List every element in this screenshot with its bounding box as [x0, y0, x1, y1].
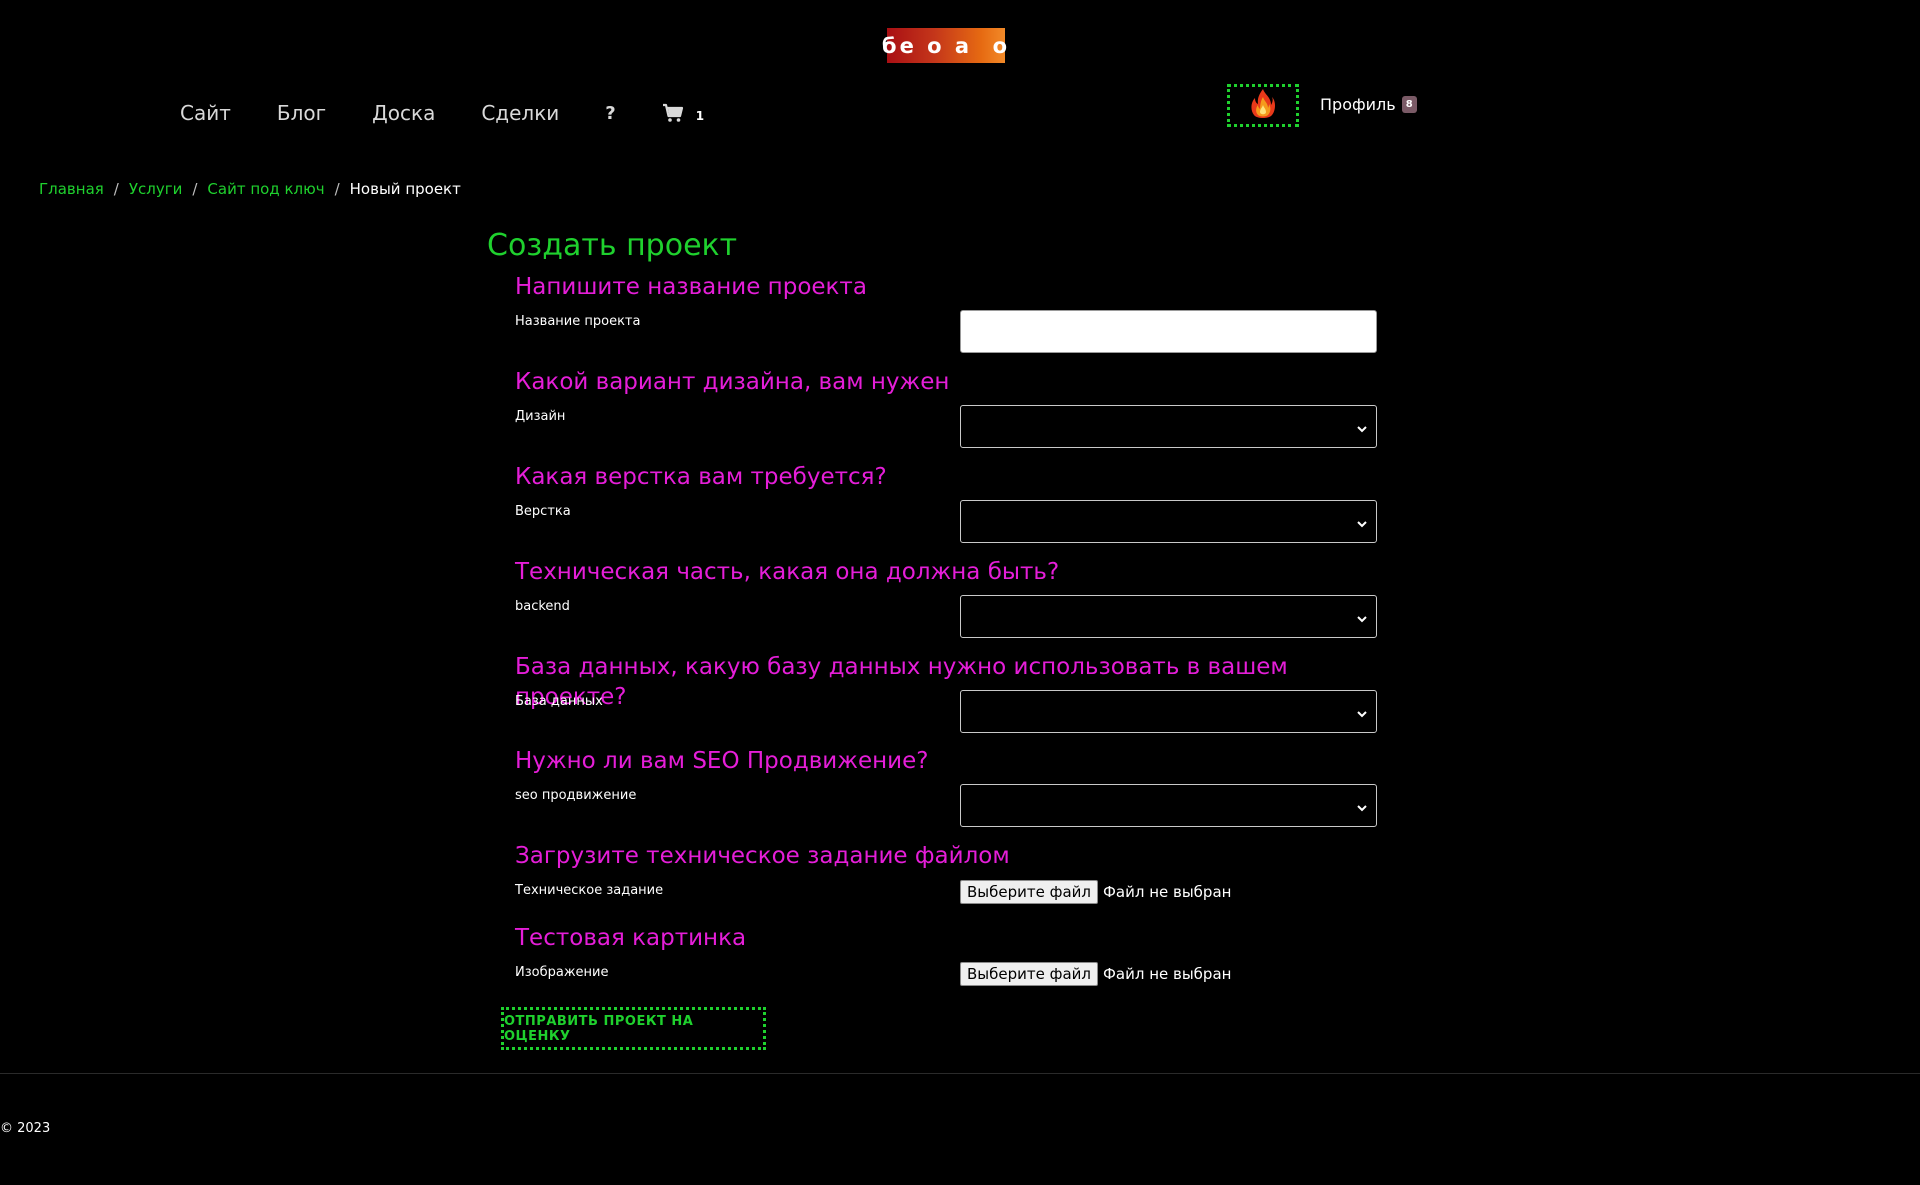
form-section-image: Тестовая картинка Изображение Выберите ф…	[515, 923, 1375, 986]
form-section-backend: Техническая часть, какая она должна быть…	[515, 557, 1377, 638]
page-title: Создать проект	[487, 228, 738, 263]
section-heading: Нужно ли вам SEO Продвижение?	[515, 748, 929, 774]
site-logo[interactable]: бе о а о	[882, 28, 1007, 63]
file-status: Файл не выбран	[1102, 965, 1232, 983]
chevron-down-icon	[1356, 420, 1368, 439]
nav-deals[interactable]: Сделки	[481, 101, 559, 125]
fire-button[interactable]	[1227, 84, 1299, 127]
markup-select[interactable]	[960, 500, 1377, 543]
chevron-down-icon	[1356, 705, 1368, 724]
chevron-down-icon	[1356, 610, 1368, 629]
choose-file-button[interactable]: Выберите файл	[960, 962, 1098, 986]
design-select[interactable]	[960, 405, 1377, 448]
field-label: Название проекта	[515, 314, 641, 329]
form-section-seo: Нужно ли вам SEO Продвижение? seo продви…	[515, 746, 1377, 827]
section-heading: Тестовая картинка	[515, 925, 747, 951]
fire-icon	[1249, 88, 1277, 124]
field-label: Изображение	[515, 965, 609, 980]
field-label: Дизайн	[515, 409, 566, 424]
breadcrumb-separator: /	[334, 180, 340, 198]
field-label: Верстка	[515, 504, 571, 519]
breadcrumb-separator: /	[113, 180, 119, 198]
cart-icon	[662, 103, 684, 123]
breadcrumb-current: Новый проект	[349, 180, 461, 198]
form-section-design: Какой вариант дизайна, вам нужен Дизайн	[515, 367, 1377, 448]
field-label: База данных	[515, 694, 603, 709]
breadcrumb-turnkey-site[interactable]: Сайт под ключ	[207, 180, 324, 198]
seo-select[interactable]	[960, 784, 1377, 827]
field-label: Техническое задание	[515, 883, 664, 898]
section-heading: Напишите название проекта	[515, 274, 867, 300]
help-link[interactable]: ?	[605, 103, 615, 124]
nav-board[interactable]: Доска	[372, 101, 435, 125]
form-section-database: База данных, какую базу данных нужно исп…	[515, 652, 1377, 733]
footer-divider	[0, 1073, 1920, 1074]
chevron-down-icon	[1356, 515, 1368, 534]
breadcrumb-home[interactable]: Главная	[39, 180, 104, 198]
breadcrumb-separator: /	[192, 180, 198, 198]
breadcrumb: Главная / Услуги / Сайт под ключ / Новый…	[39, 180, 461, 198]
section-heading: Какая верстка вам требуется?	[515, 464, 887, 490]
cart-count: 1	[695, 109, 705, 123]
submit-project-button[interactable]: ОТПРАВИТЬ ПРОЕКТ НА ОЦЕНКУ	[501, 1007, 766, 1050]
spec-file-input: Выберите файл Файл не выбран	[960, 880, 1231, 904]
breadcrumb-services[interactable]: Услуги	[129, 180, 182, 198]
field-label: seo продвижение	[515, 788, 637, 803]
nav-blog[interactable]: Блог	[277, 101, 326, 125]
form-section-spec-file: Загрузите техническое задание файлом Тех…	[515, 841, 1375, 904]
choose-file-button[interactable]: Выберите файл	[960, 880, 1098, 904]
form-section-markup: Какая верстка вам требуется? Верстка	[515, 462, 1377, 543]
chevron-down-icon	[1356, 799, 1368, 818]
backend-select[interactable]	[960, 595, 1377, 638]
copyright: © 2023	[0, 1121, 51, 1136]
section-heading: Техническая часть, какая она должна быть…	[515, 559, 1060, 585]
database-select[interactable]	[960, 690, 1377, 733]
profile-link[interactable]: Профиль 8	[1320, 95, 1417, 114]
file-status: Файл не выбран	[1102, 883, 1232, 901]
project-name-input[interactable]	[960, 310, 1377, 353]
cart-link[interactable]: 1	[662, 103, 704, 123]
field-label: backend	[515, 599, 570, 614]
nav-site[interactable]: Сайт	[180, 101, 231, 125]
main-nav: Сайт Блог Доска Сделки ? 1	[180, 96, 704, 130]
profile-badge: 8	[1401, 96, 1417, 113]
image-file-input: Выберите файл Файл не выбран	[960, 962, 1231, 986]
section-heading: Какой вариант дизайна, вам нужен	[515, 369, 950, 395]
form-section-project-name: Напишите название проекта Название проек…	[515, 272, 1377, 353]
profile-label: Профиль	[1320, 95, 1396, 114]
section-heading: Загрузите техническое задание файлом	[515, 843, 1010, 869]
